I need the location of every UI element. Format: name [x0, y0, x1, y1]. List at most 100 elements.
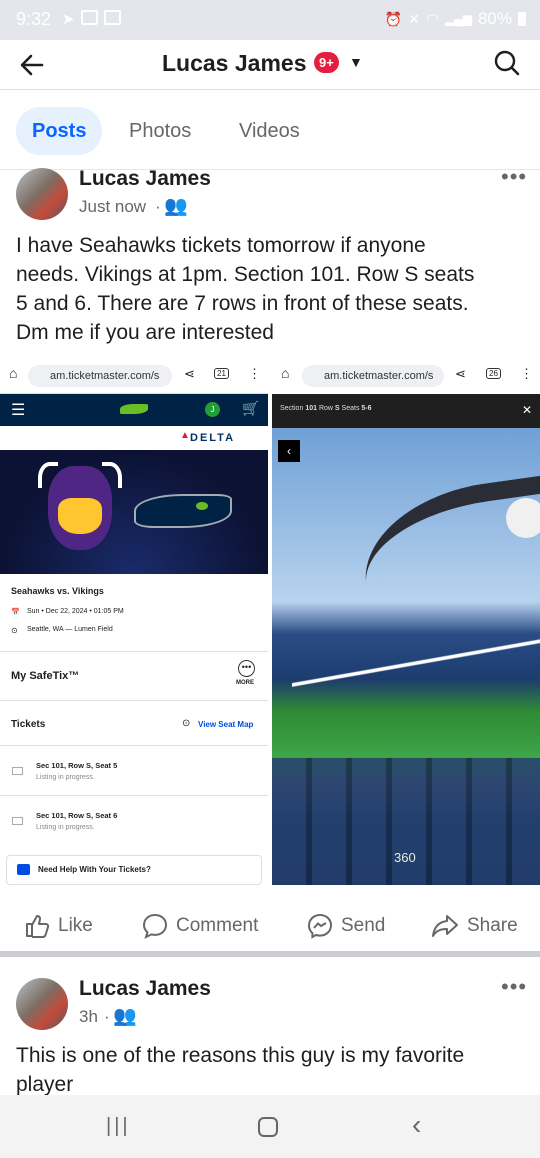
recent-apps-icon[interactable]: ||| [106, 1115, 131, 1138]
notification-badge: 9+ [314, 52, 339, 73]
separator-dot: · [155, 197, 161, 216]
more-options-icon[interactable]: ••• [501, 974, 527, 1000]
post-text-line: This is one of the reasons this guy is m… [16, 1044, 465, 1067]
back-arrow-icon: ‹ [278, 440, 300, 462]
calendar-icon: 📅 [11, 609, 20, 616]
seats-foreground [272, 758, 540, 885]
seahawks-logo-icon [134, 494, 232, 528]
post-text-line: 5 and 6. There are 7 rows in front of th… [16, 292, 469, 315]
event-venue: Seattle, WA — Lumen Field [27, 626, 113, 633]
notification-icons: ➤ [62, 10, 121, 28]
share-icon: ⋖ [455, 366, 466, 381]
avatar[interactable] [16, 978, 68, 1030]
event-date: Sun • Dec 22, 2024 • 01:05 PM [27, 608, 124, 615]
battery-percent: 80% [477, 9, 512, 28]
ticket-status: Listing in progress. [36, 774, 95, 781]
gallery-icon [103, 10, 121, 25]
view-360-label: 360 [394, 850, 416, 865]
home-icon: ⌂ [281, 365, 290, 381]
sponsor-bar: DELTA ▲ [0, 426, 268, 450]
share-label: Share [467, 915, 518, 936]
post-text: This is one of the reasons this guy is m… [16, 1041, 526, 1099]
post-text-line: Dm me if you are interested [16, 321, 274, 344]
system-nav-bar: ||| ‹ [0, 1095, 540, 1158]
ticket-seat-5: Sec 101, Row S, Seat 5 [36, 761, 118, 770]
friends-icon: 👥 [164, 196, 188, 217]
back-nav-icon[interactable]: ‹ [412, 1109, 421, 1141]
home-icon: ⌂ [9, 365, 18, 381]
stadium-view-screenshot[interactable]: ⌂ am.ticketmaster.com/s ⋖ 26 ⋮ Section 1… [272, 357, 540, 885]
browser-bar: ⌂ am.ticketmaster.com/s ⋖ 21 ⋮ [0, 357, 268, 394]
friends-icon: 👥 [113, 1006, 137, 1027]
comment-icon [142, 913, 168, 939]
more-label: MORE [236, 680, 254, 686]
ticket-icon [12, 767, 23, 775]
status-bar: 9:32 ➤ ⏰ ✕ ◠ ▂▄▆ 80% [0, 0, 540, 40]
menu-icon: ⋮ [248, 366, 261, 381]
sponsor-name: DELTA [190, 432, 236, 444]
browser-bar: ⌂ am.ticketmaster.com/s ⋖ 26 ⋮ [272, 357, 540, 394]
more-icon: ••• [238, 660, 255, 677]
more-options-icon[interactable]: ••• [501, 164, 527, 190]
cart-icon: 🛒 [242, 400, 260, 416]
profile-header: Lucas James 9+ ▼ [0, 40, 540, 90]
url-bar: am.ticketmaster.com/s [302, 365, 444, 387]
battery-icon [518, 12, 526, 26]
mute-icon: ✕ [408, 10, 420, 27]
clock: 9:32 [16, 9, 52, 29]
tab-videos[interactable]: Videos [239, 107, 300, 155]
alarm-icon: ⏰ [384, 10, 403, 27]
tab-photos[interactable]: Photos [129, 107, 191, 155]
wifi-icon: ◠ [425, 11, 439, 28]
ticket-details: Seahawks vs. Vikings 📅 Sun • Dec 22, 202… [0, 574, 268, 885]
share-button[interactable]: Share [431, 913, 518, 939]
post-time[interactable]: Just now [79, 197, 146, 217]
delta-logo-icon: ▲ [180, 430, 190, 441]
like-button[interactable]: Like [24, 913, 93, 939]
share-arrow-icon [432, 915, 458, 937]
post-time[interactable]: 3h [79, 1007, 98, 1027]
event-banner [0, 450, 268, 574]
ticket-seat-6: Sec 101, Row S, Seat 6 [36, 811, 118, 820]
post-author[interactable]: Lucas James [79, 167, 211, 191]
url-bar: am.ticketmaster.com/s [28, 365, 172, 387]
post-author[interactable]: Lucas James [79, 977, 211, 1001]
help-text: Need Help With Your Tickets? [38, 865, 151, 874]
stadium-roof [354, 475, 540, 621]
like-label: Like [58, 915, 93, 936]
chat-icon [17, 864, 30, 875]
comment-label: Comment [176, 915, 259, 936]
avatar[interactable] [16, 168, 68, 220]
seat-info: Section 101 Row S Seats 5-6 [280, 405, 372, 412]
comment-button[interactable]: Comment [142, 913, 258, 939]
system-icons: ⏰ ✕ ◠ ▂▄▆ 80% [385, 9, 526, 29]
tab-count: 26 [486, 368, 501, 379]
tickets-label: Tickets [11, 719, 46, 730]
search-icon[interactable] [494, 50, 520, 76]
ticket-status: Listing in progress. [36, 824, 95, 831]
send-button[interactable]: Send [307, 913, 385, 939]
post-text-line: needs. Vikings at 1pm. Section 101. Row … [16, 263, 475, 286]
field-lines [292, 633, 540, 713]
menu-icon: ⋮ [520, 366, 533, 381]
telegram-icon: ➤ [62, 11, 75, 28]
drag-handle [506, 498, 540, 538]
app-bar: ☰ J 🛒 [0, 394, 268, 426]
ticket-screenshot[interactable]: ⌂ am.ticketmaster.com/s ⋖ 21 ⋮ ☰ J 🛒 DEL… [0, 357, 268, 885]
post-text: I have Seahawks tickets tomorrow if anyo… [16, 231, 526, 347]
page-title[interactable]: Lucas James [162, 50, 306, 77]
chevron-down-icon[interactable]: ▼ [349, 54, 363, 70]
profile-tabs: Posts Photos Videos [0, 92, 540, 170]
tab-posts[interactable]: Posts [16, 107, 103, 155]
ticket-icon [12, 817, 23, 825]
back-arrow-icon[interactable] [18, 51, 46, 79]
separator-dot: · [104, 1007, 110, 1026]
messenger-icon [307, 913, 333, 939]
help-box: Need Help With Your Tickets? [6, 855, 262, 885]
seahawks-logo-icon [120, 404, 148, 414]
signal-icon: ▂▄▆ [445, 12, 472, 26]
app-icon [80, 10, 98, 25]
home-button-icon[interactable] [258, 1117, 278, 1137]
post-text-line: I have Seahawks tickets tomorrow if anyo… [16, 234, 426, 257]
location-icon: ⊙ [11, 626, 18, 635]
